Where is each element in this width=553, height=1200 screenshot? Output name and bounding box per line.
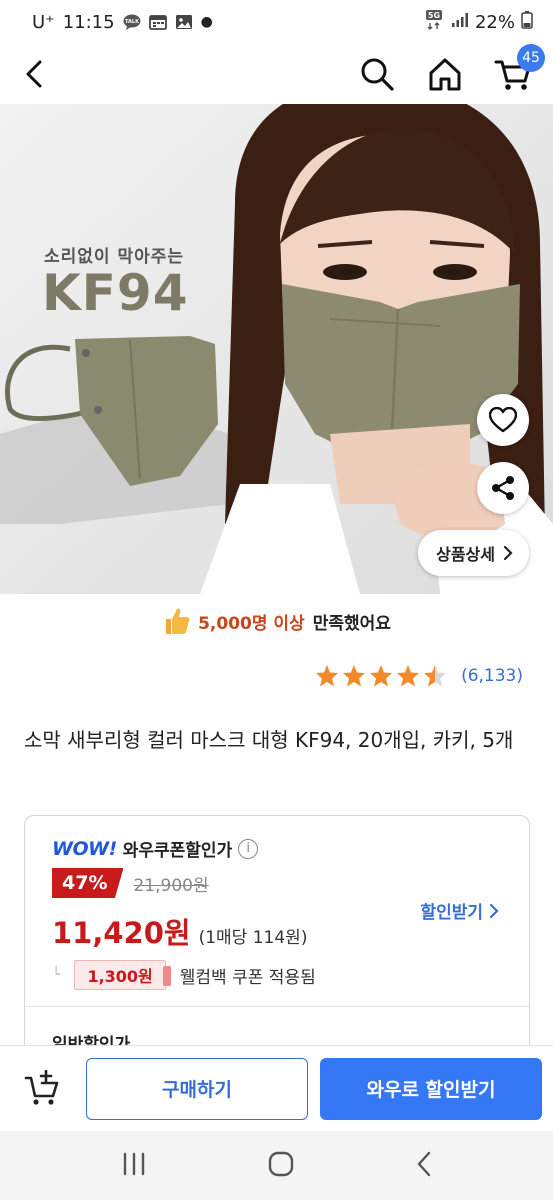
home-button[interactable] xyxy=(425,54,465,94)
home-icon xyxy=(429,58,461,91)
thumbs-up-icon xyxy=(166,608,190,634)
wow-price-label: 와우쿠폰할인가 xyxy=(122,841,233,861)
chevron-right-icon xyxy=(489,903,499,918)
product-title: 소막 새부리형 컬러 마스크 대형 KF94, 20개입, 카키, 5개 xyxy=(24,728,514,752)
system-navigation-bar xyxy=(0,1131,553,1200)
hero-headline: KF94 xyxy=(42,264,189,322)
cart-count-badge: 45 xyxy=(517,44,545,72)
discount-badge: 47% xyxy=(52,868,124,898)
bottom-action-bar: 구매하기 와우로 할인받기 xyxy=(0,1045,553,1131)
add-to-cart-icon xyxy=(24,1069,59,1105)
divider xyxy=(25,1006,529,1007)
satisfaction-text: 만족했어요 xyxy=(312,613,391,634)
back-button[interactable] xyxy=(14,54,54,94)
back-arrow-icon xyxy=(26,60,42,88)
carrier-label: U⁺ xyxy=(32,11,55,33)
calendar-icon xyxy=(148,14,167,30)
share-icon xyxy=(492,476,514,500)
coupon-row: └ 1,300원 웰컴백 쿠폰 적용됨 xyxy=(52,960,316,990)
notification-dot-icon: ● xyxy=(200,14,213,30)
status-left: U⁺ 11:15 TALK ● xyxy=(32,12,213,33)
top-nav: 45 xyxy=(0,44,553,104)
get-discount-link[interactable]: 할인받기 xyxy=(420,898,499,923)
search-icon xyxy=(361,58,394,91)
recent-apps-button[interactable] xyxy=(121,1152,147,1180)
talk-icon: TALK xyxy=(123,14,141,30)
svg-text:TALK: TALK xyxy=(125,19,140,25)
back-chevron-icon xyxy=(417,1151,430,1176)
rating-stars-icon xyxy=(316,665,447,687)
wow-logo: WOW! xyxy=(52,837,117,860)
unit-price: (1매당 114원) xyxy=(198,928,308,948)
indent-mark-icon: └ xyxy=(52,967,61,983)
network-label: 5G xyxy=(428,11,440,20)
share-button[interactable] xyxy=(477,462,529,514)
network-icon: 5G xyxy=(425,9,445,36)
review-count[interactable]: (6,133) xyxy=(461,666,523,686)
status-bar: U⁺ 11:15 TALK ● 5G 22% xyxy=(0,0,553,44)
wow-price-header: WOW! 와우쿠폰할인가 i xyxy=(52,836,259,861)
info-icon[interactable]: i xyxy=(238,838,259,859)
search-button[interactable] xyxy=(357,54,397,94)
product-image[interactable]: 소리없이 막아주는 KF94 상품상세 xyxy=(0,104,553,594)
satisfaction-highlight: 5,000명 이상 xyxy=(198,613,305,634)
get-discount-label: 할인받기 xyxy=(420,903,483,923)
cart-button[interactable]: 45 xyxy=(493,44,545,94)
original-price: 21,900원 xyxy=(133,875,209,896)
add-to-cart-button[interactable] xyxy=(22,1067,66,1111)
home-circle-icon xyxy=(268,1151,293,1176)
heart-icon xyxy=(489,407,517,433)
product-detail-button[interactable]: 상품상세 xyxy=(418,530,529,576)
wow-discount-button[interactable]: 와우로 할인받기 xyxy=(320,1057,542,1120)
coupon-applied-text: 웰컴백 쿠폰 적용됨 xyxy=(179,967,316,988)
recent-apps-icon xyxy=(123,1152,144,1175)
signal-icon xyxy=(451,12,469,33)
coupon-amount-tag: 1,300원 xyxy=(74,960,172,990)
gallery-icon xyxy=(175,14,193,30)
nav-actions: 45 xyxy=(357,44,545,94)
home-system-button[interactable] xyxy=(268,1151,294,1181)
system-back-button[interactable] xyxy=(415,1151,433,1181)
satisfaction-banner: 5,000명 이상 만족했어요 xyxy=(0,600,553,642)
rating[interactable]: (6,133) xyxy=(315,664,523,688)
clock: 11:15 xyxy=(62,11,115,33)
price-box: WOW! 와우쿠폰할인가 i 47% 21,900원 11,420원 (1매당 … xyxy=(24,815,530,1065)
discount-row: 47% 21,900원 xyxy=(52,868,209,898)
sale-price: 11,420원 xyxy=(52,916,191,950)
sale-price-row: 11,420원 (1매당 114원) xyxy=(52,910,307,952)
battery-icon xyxy=(521,10,533,34)
battery-percent: 22% xyxy=(474,11,515,33)
product-photo xyxy=(0,104,553,594)
wishlist-button[interactable] xyxy=(477,394,529,446)
chevron-right-icon xyxy=(503,545,513,561)
product-detail-label: 상품상세 xyxy=(436,545,495,564)
status-right: 5G 22% xyxy=(425,9,533,36)
buy-button[interactable]: 구매하기 xyxy=(86,1057,308,1120)
